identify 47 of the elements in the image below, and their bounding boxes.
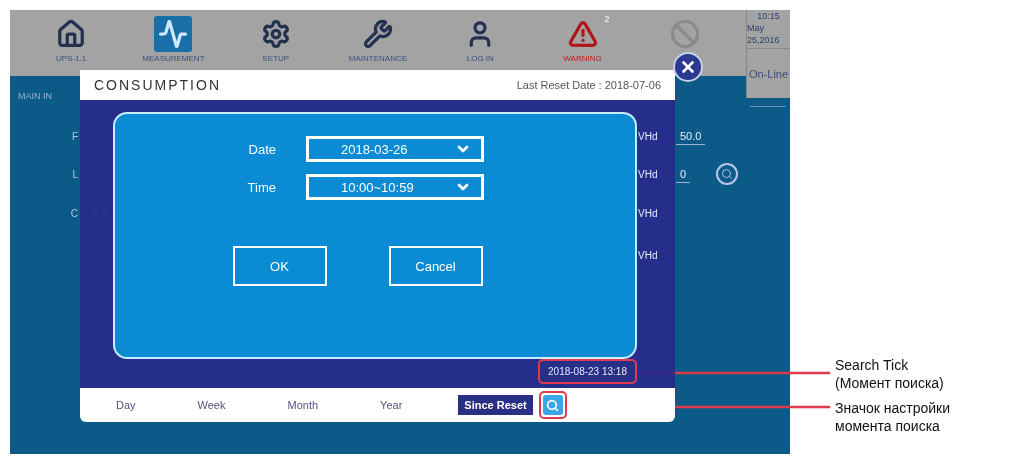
annotation-text: Search Tick (Момент поиска) <box>835 357 945 392</box>
unit-label: VHd <box>638 207 658 219</box>
ups-mode: On-Line <box>747 66 790 82</box>
nav-label: MEASUREMENT <box>142 54 205 63</box>
close-icon <box>679 58 697 76</box>
unit-label: VHd <box>638 168 658 180</box>
row-label: F <box>71 130 78 142</box>
row-label: C <box>70 207 78 219</box>
period-tab[interactable]: Week <box>191 395 232 415</box>
nav-label: LOG IN <box>466 54 494 63</box>
annotation-text: Значок настройки момента поиска <box>835 400 951 435</box>
warning-count: 2 <box>604 14 610 24</box>
clock-time: 10:15 <box>757 11 780 24</box>
nav-label: MAINTENANCE <box>348 54 408 63</box>
search-button[interactable] <box>716 163 738 185</box>
field-label: Date <box>247 141 276 157</box>
period-tab[interactable]: Year <box>374 395 409 415</box>
dropdown[interactable]: 2018-03-26 <box>306 136 484 162</box>
cancel-button[interactable]: Cancel <box>388 246 483 286</box>
warning-icon <box>567 19 598 49</box>
section-title: MAIN IN <box>18 91 53 101</box>
period-tab[interactable]: Day <box>110 395 142 415</box>
nav-label: SETUP <box>262 54 290 63</box>
nav-label: UPS-1.1 <box>56 54 87 63</box>
field-label: Time <box>246 179 276 195</box>
nav-label: WARNING <box>563 54 602 63</box>
search-icon <box>546 398 560 412</box>
nav-button[interactable] <box>154 16 193 52</box>
period-tab[interactable]: Month <box>281 395 325 415</box>
dropdown[interactable]: 10:00~10:59 <box>306 174 484 200</box>
value-field: 0 <box>676 165 691 183</box>
last-reset-date: Last Reset Date : 2018-07-06 <box>516 79 661 91</box>
row-label: L <box>72 168 78 180</box>
dialog-title: CONSUMPTION <box>94 77 221 93</box>
slashed-circle-icon <box>669 19 700 49</box>
wrench-icon <box>363 19 393 49</box>
search-tick: 2018-08-23 13:18 <box>542 363 633 380</box>
house-icon <box>56 19 87 49</box>
unit-label: VHd <box>638 249 658 261</box>
period-tab[interactable]: Since Reset <box>458 395 533 415</box>
gear-icon <box>260 19 291 49</box>
search-icon <box>721 168 733 180</box>
ok-button[interactable]: OK <box>232 246 327 286</box>
pulse-icon <box>158 19 189 49</box>
unit-label: VHd <box>638 130 658 142</box>
clock-date: May 25,2016 <box>747 23 781 47</box>
value-field: 50.0 <box>676 127 706 145</box>
